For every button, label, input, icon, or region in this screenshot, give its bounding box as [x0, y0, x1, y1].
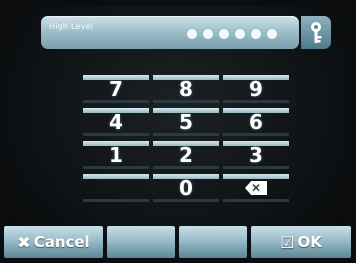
ok-button[interactable]: ☑ OK: [251, 226, 351, 258]
key-7[interactable]: 7: [83, 75, 149, 103]
key-label: 6: [249, 110, 263, 134]
key-4[interactable]: 4: [83, 108, 149, 136]
bar-blank-1: [107, 226, 175, 258]
cancel-button[interactable]: ✖ Cancel: [4, 226, 103, 258]
password-dot: [219, 29, 229, 39]
key-blank: [83, 174, 149, 202]
key-0[interactable]: 0: [153, 174, 219, 202]
key-5[interactable]: 5: [153, 108, 219, 136]
key-9[interactable]: 9: [223, 75, 289, 103]
password-field[interactable]: High Level: [41, 16, 299, 49]
key-label: 2: [179, 143, 193, 167]
password-mask: [187, 29, 277, 39]
key-2[interactable]: 2: [153, 141, 219, 169]
key-8[interactable]: 8: [153, 75, 219, 103]
ok-label: OK: [297, 233, 322, 251]
cancel-label: Cancel: [33, 233, 90, 251]
key-label: 0: [179, 176, 193, 200]
key-6[interactable]: 6: [223, 108, 289, 136]
screen: High Level 7 8 9 4 5 6 1 2 3 0 ✕: [10, 6, 346, 257]
password-dot: [203, 29, 213, 39]
password-dot: [187, 29, 197, 39]
password-level-label: High Level: [49, 22, 94, 31]
key-label: 1: [109, 143, 123, 167]
password-dot: [267, 29, 277, 39]
key-1[interactable]: 1: [83, 141, 149, 169]
key-label: 9: [249, 77, 263, 101]
password-dot: [235, 29, 245, 39]
key-label: 4: [109, 110, 123, 134]
key-3[interactable]: 3: [223, 141, 289, 169]
key-label: 7: [109, 77, 123, 101]
bottom-bar: ✖ Cancel ☑ OK: [0, 226, 356, 263]
key-button[interactable]: [301, 16, 331, 49]
delete-button[interactable]: ✕: [223, 174, 289, 202]
password-dot: [251, 29, 261, 39]
key-label: 5: [179, 110, 193, 134]
key-icon: [311, 21, 322, 43]
bar-blank-2: [179, 226, 247, 258]
key-label: 8: [179, 77, 193, 101]
cancel-x-icon: ✖: [17, 232, 31, 252]
backspace-icon: ✕: [245, 181, 267, 195]
key-label: 3: [249, 143, 263, 167]
checkbox-check-icon: ☑: [280, 232, 295, 252]
